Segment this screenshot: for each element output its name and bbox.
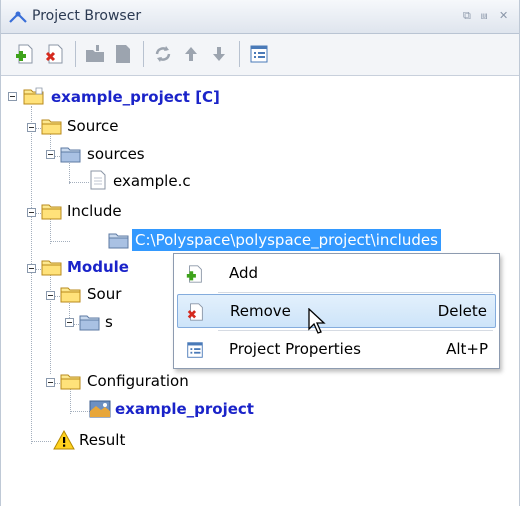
- tree-item-file[interactable]: example.c: [113, 171, 191, 191]
- refresh-icon: [155, 46, 171, 62]
- toolbar: [1, 34, 519, 76]
- move-up-button[interactable]: [177, 40, 205, 68]
- close-icon[interactable]: ✕: [499, 10, 508, 22]
- toolbar-separator: [239, 41, 240, 67]
- remove-icon: [187, 303, 203, 321]
- project-browser-icon: [9, 11, 27, 23]
- tree-item-module[interactable]: Module: [67, 257, 129, 277]
- folder-icon: [41, 119, 62, 135]
- collapse-toggle[interactable]: [27, 208, 36, 217]
- tree-item-project[interactable]: example_project [C]: [51, 87, 220, 107]
- folder-icon: [41, 260, 62, 276]
- folder-blue-icon: [60, 147, 81, 163]
- title-bar[interactable]: Project Browser ⧉ ⩏ ✕: [1, 0, 519, 34]
- folder-icon: [60, 287, 81, 303]
- refresh-button[interactable]: [149, 40, 177, 68]
- tree-item-module-source[interactable]: Sour: [87, 284, 121, 304]
- collapse-toggle[interactable]: [46, 378, 55, 387]
- menu-item-label: Project Properties: [229, 340, 361, 358]
- project-browser-window: Project Browser ⧉ ⩏ ✕ example_project [C…: [0, 0, 520, 506]
- new-folder-icon: [86, 45, 104, 62]
- tree-item-configuration[interactable]: Configuration: [87, 371, 189, 391]
- new-file-icon: [116, 45, 130, 63]
- collapse-toggle[interactable]: [65, 318, 74, 327]
- context-menu: Add Remove Delete Project Properties Alt…: [173, 253, 500, 369]
- menu-item-add[interactable]: Add: [177, 257, 496, 291]
- new-folder-button[interactable]: [81, 40, 109, 68]
- restore-icon[interactable]: ⧉: [463, 10, 471, 22]
- menu-separator: [218, 330, 493, 331]
- properties-icon: [187, 342, 203, 358]
- tree-item-include-path[interactable]: C:\Polyspace\polyspace_project\includes: [132, 229, 441, 251]
- tree-item-config-project[interactable]: example_project: [115, 399, 254, 419]
- menu-item-shortcut: Alt+P: [446, 340, 488, 358]
- add-icon: [186, 265, 202, 283]
- menu-separator: [218, 292, 493, 293]
- add-button[interactable]: [11, 40, 39, 68]
- configuration-icon: [89, 400, 111, 418]
- remove-icon: [45, 44, 63, 64]
- collapse-toggle[interactable]: [27, 123, 36, 132]
- new-file-button[interactable]: [109, 40, 137, 68]
- tree-item-source[interactable]: Source: [67, 116, 119, 136]
- move-down-icon: [213, 47, 225, 61]
- mouse-cursor-icon: [308, 308, 326, 334]
- collapse-toggle[interactable]: [46, 291, 55, 300]
- collapse-toggle[interactable]: [27, 264, 36, 273]
- menu-item-shortcut: Delete: [437, 302, 487, 320]
- warning-icon: [53, 430, 75, 450]
- folder-blue-icon: [79, 315, 100, 331]
- properties-button[interactable]: [245, 40, 273, 68]
- tree-item-module-sources[interactable]: s: [105, 312, 113, 332]
- tree-item-result[interactable]: Result: [79, 430, 125, 450]
- menu-item-label: Remove: [230, 302, 291, 320]
- tree-item-include[interactable]: Include: [67, 201, 122, 221]
- remove-button[interactable]: [41, 40, 69, 68]
- window-title: Project Browser: [32, 8, 142, 24]
- folder-icon: [41, 204, 62, 220]
- collapse-toggle[interactable]: [8, 92, 17, 101]
- menu-item-project-properties[interactable]: Project Properties Alt+P: [177, 333, 496, 367]
- folder-blue-icon: [108, 233, 129, 249]
- menu-item-label: Add: [229, 264, 259, 282]
- move-up-icon: [185, 47, 197, 61]
- collapse-toggle[interactable]: [46, 150, 55, 159]
- c-file-icon: [90, 170, 106, 190]
- project-folder-icon: [23, 87, 45, 106]
- menu-item-remove[interactable]: Remove Delete: [177, 294, 496, 328]
- move-down-button[interactable]: [205, 40, 233, 68]
- add-icon: [16, 44, 33, 64]
- toolbar-separator: [143, 41, 144, 67]
- pin-icon[interactable]: ⩏: [481, 10, 487, 22]
- tree-item-sources[interactable]: sources: [87, 144, 145, 164]
- properties-icon: [250, 45, 268, 63]
- folder-icon: [60, 374, 81, 390]
- toolbar-separator: [75, 41, 76, 67]
